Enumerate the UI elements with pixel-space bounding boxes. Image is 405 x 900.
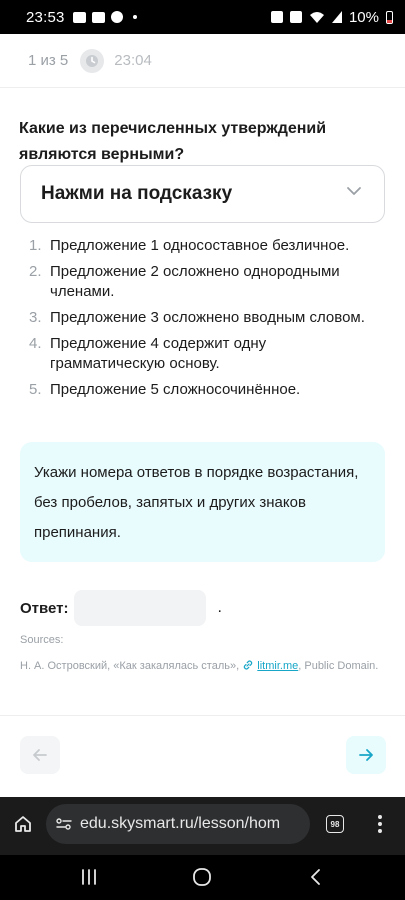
sources-author: Н. А. Островский, «Как закалялась сталь»… bbox=[20, 660, 240, 672]
status-bar: 23:53 10% bbox=[0, 0, 405, 34]
system-navigation-bar bbox=[0, 855, 405, 900]
progress-counter: 1 из 5 bbox=[28, 52, 69, 69]
statement-item: 2. Предложение 2 осложнено однородными ч… bbox=[20, 262, 385, 302]
clock-icon bbox=[80, 48, 105, 73]
statements-list: 1. Предложение 1 односоставное безличное… bbox=[20, 236, 385, 406]
statement-number: 3. bbox=[29, 309, 42, 326]
statement-number: 2. bbox=[29, 263, 42, 280]
instruction-box: Укажи номера ответов в порядке возрастан… bbox=[20, 442, 385, 562]
next-button[interactable] bbox=[346, 736, 386, 774]
status-time: 23:53 bbox=[26, 8, 65, 26]
sources-license: , Public Domain. bbox=[298, 660, 379, 672]
sources-text: Н. А. Островский, «Как закалялась сталь»… bbox=[20, 656, 380, 676]
site-settings-icon[interactable] bbox=[56, 817, 72, 831]
statement-text: Предложение 3 осложнено вводным словом. bbox=[50, 309, 365, 326]
progress-header: 1 из 5 23:04 bbox=[0, 34, 405, 88]
statement-item: 1. Предложение 1 односоставное безличное… bbox=[20, 236, 385, 256]
home-system-icon[interactable] bbox=[192, 868, 212, 886]
url-text: edu.skysmart.ru/lesson/hom bbox=[80, 815, 281, 832]
answer-row: Ответ: . bbox=[20, 590, 222, 626]
question-text: Какие из перечисленных утверждений являю… bbox=[19, 120, 327, 163]
hint-dropdown[interactable]: Нажми на подсказку bbox=[20, 165, 385, 223]
signal-icon bbox=[331, 11, 342, 23]
source-link[interactable]: litmir.me bbox=[257, 660, 298, 672]
divider bbox=[0, 715, 405, 716]
statement-text: Предложение 4 содержит одну грамматическ… bbox=[50, 335, 267, 372]
back-system-icon[interactable] bbox=[308, 868, 322, 886]
sources-label: Sources: bbox=[20, 634, 64, 646]
previous-button[interactable] bbox=[20, 736, 60, 774]
answer-label: Ответ: bbox=[20, 599, 69, 617]
battery-percent: 10% bbox=[348, 8, 379, 26]
browser-toolbar: edu.skysmart.ru/lesson/hom 98 bbox=[0, 797, 405, 855]
statement-text: Предложение 2 осложнено однородными член… bbox=[50, 263, 340, 300]
more-dot-icon bbox=[132, 15, 137, 19]
chevron-down-icon bbox=[347, 187, 361, 195]
statement-text: Предложение 1 односоставное безличное. bbox=[50, 237, 350, 254]
mute-icon bbox=[289, 11, 302, 23]
home-icon[interactable] bbox=[13, 814, 33, 834]
statement-number: 1. bbox=[29, 237, 42, 254]
address-bar[interactable]: edu.skysmart.ru/lesson/hom bbox=[46, 804, 310, 844]
youtube-icon bbox=[91, 11, 105, 23]
answer-suffix: . bbox=[217, 599, 222, 616]
timer: 23:04 bbox=[114, 52, 152, 69]
more-menu-icon[interactable] bbox=[377, 814, 383, 834]
wifi-icon bbox=[309, 12, 324, 23]
statement-item: 3. Предложение 3 осложнено вводным слово… bbox=[20, 308, 385, 328]
recent-apps-icon[interactable] bbox=[80, 868, 98, 886]
statement-number: 5. bbox=[29, 381, 42, 398]
hint-label: Нажми на подсказку bbox=[41, 183, 233, 204]
statement-item: 5. Предложение 5 сложносочинённое. bbox=[20, 380, 385, 400]
notification-icons bbox=[72, 11, 137, 23]
system-icons: 10% bbox=[270, 8, 393, 26]
link-icon bbox=[244, 660, 253, 670]
statement-text: Предложение 5 сложносочинённое. bbox=[50, 381, 301, 398]
gallery-icon bbox=[72, 11, 86, 23]
answer-input[interactable] bbox=[73, 590, 206, 626]
statement-number: 4. bbox=[29, 335, 42, 352]
tab-switcher-button[interactable]: 98 bbox=[326, 815, 344, 833]
alarm-icon bbox=[270, 11, 283, 23]
chat-icon bbox=[110, 11, 123, 23]
arrow-left-icon bbox=[33, 749, 47, 761]
statement-item: 4. Предложение 4 содержит одну грамматич… bbox=[20, 334, 385, 374]
arrow-right-icon bbox=[359, 749, 373, 761]
battery-icon bbox=[386, 10, 393, 24]
